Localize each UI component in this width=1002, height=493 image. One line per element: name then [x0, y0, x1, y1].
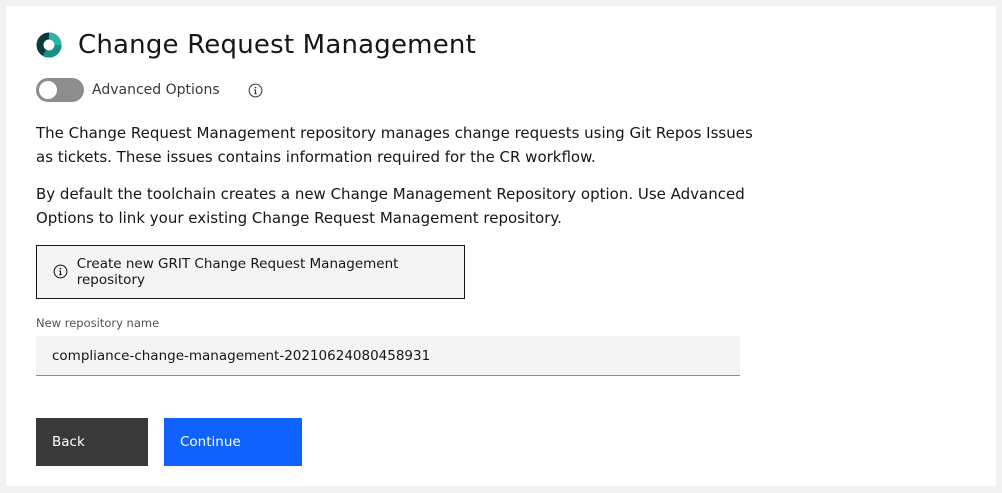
repository-name-input[interactable] [36, 336, 740, 376]
create-repo-notice: Create new GRIT Change Request Managemen… [36, 245, 465, 299]
description-paragraph-1: The Change Request Management repository… [36, 124, 753, 166]
info-icon[interactable] [248, 82, 264, 98]
main-panel: Change Request Management Advanced Optio… [6, 6, 996, 486]
description-paragraph-2: By default the toolchain creates a new C… [36, 185, 745, 227]
page-title: Change Request Management [78, 30, 476, 60]
info-icon [53, 264, 69, 280]
advanced-options-toggle[interactable] [36, 78, 84, 102]
repository-name-label: New repository name [36, 316, 160, 330]
back-button[interactable]: Back [36, 418, 148, 466]
page-header: Change Request Management [36, 28, 476, 62]
notice-text: Create new GRIT Change Request Managemen… [76, 256, 399, 288]
toggle-knob [39, 81, 57, 99]
continue-button[interactable]: Continue [164, 418, 302, 466]
ring-logo-icon [36, 32, 62, 58]
advanced-options-row: Advanced Options [36, 78, 264, 102]
advanced-options-label: Advanced Options [92, 82, 220, 98]
